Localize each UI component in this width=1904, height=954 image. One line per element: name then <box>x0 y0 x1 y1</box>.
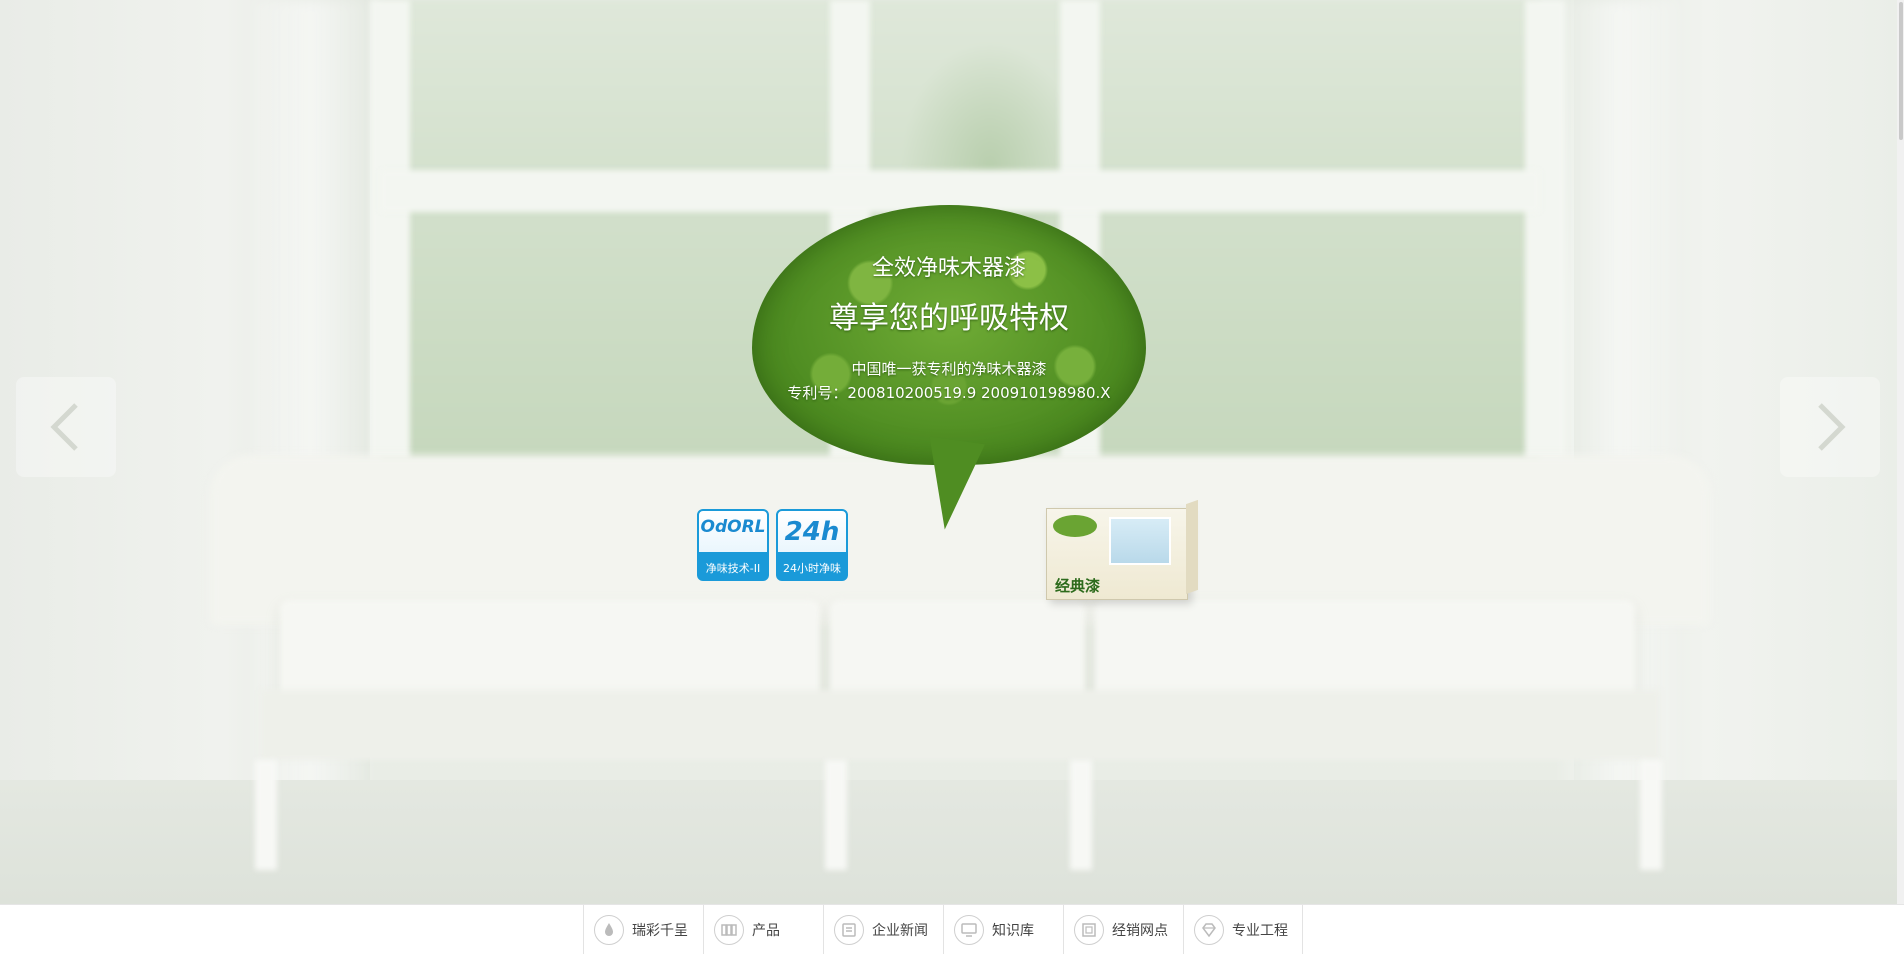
hero-subheadline: 尊享您的呼吸特权 <box>829 301 1069 336</box>
store-icon <box>1074 914 1104 945</box>
sofa-leg <box>825 760 847 870</box>
nav-item-products[interactable]: 产品 <box>703 905 823 954</box>
nav-item-news[interactable]: 企业新闻 <box>823 905 943 954</box>
badge-logo-text: OdORL <box>700 517 766 537</box>
chevron-left-icon <box>50 403 78 451</box>
nav-item-brand[interactable]: 瑞彩千呈 <box>583 905 703 954</box>
diamond-icon <box>1194 914 1224 945</box>
bottom-nav-list: 瑞彩千呈 产品 企业新闻 知识库 经销网点 专业工程 <box>583 905 1303 954</box>
nav-label: 企业新闻 <box>872 922 928 939</box>
nav-item-engineering[interactable]: 专业工程 <box>1183 905 1303 954</box>
slider-prev-button[interactable] <box>16 377 116 477</box>
bottom-nav: 瑞彩千呈 产品 企业新闻 知识库 经销网点 专业工程 <box>0 904 1904 954</box>
drop-icon <box>594 914 624 945</box>
slider-next-button[interactable] <box>1780 377 1880 477</box>
product-box-side <box>1186 499 1198 595</box>
24h-odorless-badge: 24h 24小时净味 <box>776 509 848 581</box>
product-package-image: 经典漆 <box>1046 498 1198 600</box>
hero-headline: 全效净味木器漆 <box>871 256 1026 281</box>
hero-patent-number: 专利号：200810200519.9 200910198980.X <box>787 384 1111 402</box>
chevron-right-icon <box>1818 403 1846 451</box>
nav-label: 经销网点 <box>1112 922 1168 939</box>
monitor-icon <box>954 914 984 945</box>
product-box-face: 经典漆 <box>1046 508 1188 600</box>
nav-label: 产品 <box>752 922 780 939</box>
sofa-leg <box>255 760 277 870</box>
leaf-icon <box>1053 515 1097 537</box>
product-name: 经典漆 <box>1055 577 1101 595</box>
floor <box>0 780 1904 904</box>
sofa-base <box>260 690 1660 760</box>
sofa-leg <box>1070 760 1092 870</box>
window-frame <box>1525 0 1565 460</box>
nav-label: 专业工程 <box>1232 922 1288 939</box>
odorless-tech-badge: OdORL 净味技术-II <box>697 509 769 581</box>
badge-caption: 24小时净味 <box>783 562 841 575</box>
nav-label: 瑞彩千呈 <box>632 922 688 939</box>
badge-logo-text: 24h <box>784 517 840 547</box>
window-illustration <box>1109 517 1171 565</box>
curtain <box>1560 0 1680 904</box>
sofa-leg <box>1640 760 1662 870</box>
nav-item-dealers[interactable]: 经销网点 <box>1063 905 1183 954</box>
nav-label: 知识库 <box>992 922 1034 939</box>
window-frame <box>370 0 410 460</box>
scrollbar-thumb[interactable] <box>1899 2 1903 140</box>
nav-item-knowledge[interactable]: 知识库 <box>943 905 1063 954</box>
news-icon <box>834 914 864 945</box>
hero-claim: 中国唯一获专利的净味木器漆 <box>851 360 1047 378</box>
badge-caption: 净味技术-II <box>705 562 761 575</box>
product-icon <box>714 914 744 945</box>
